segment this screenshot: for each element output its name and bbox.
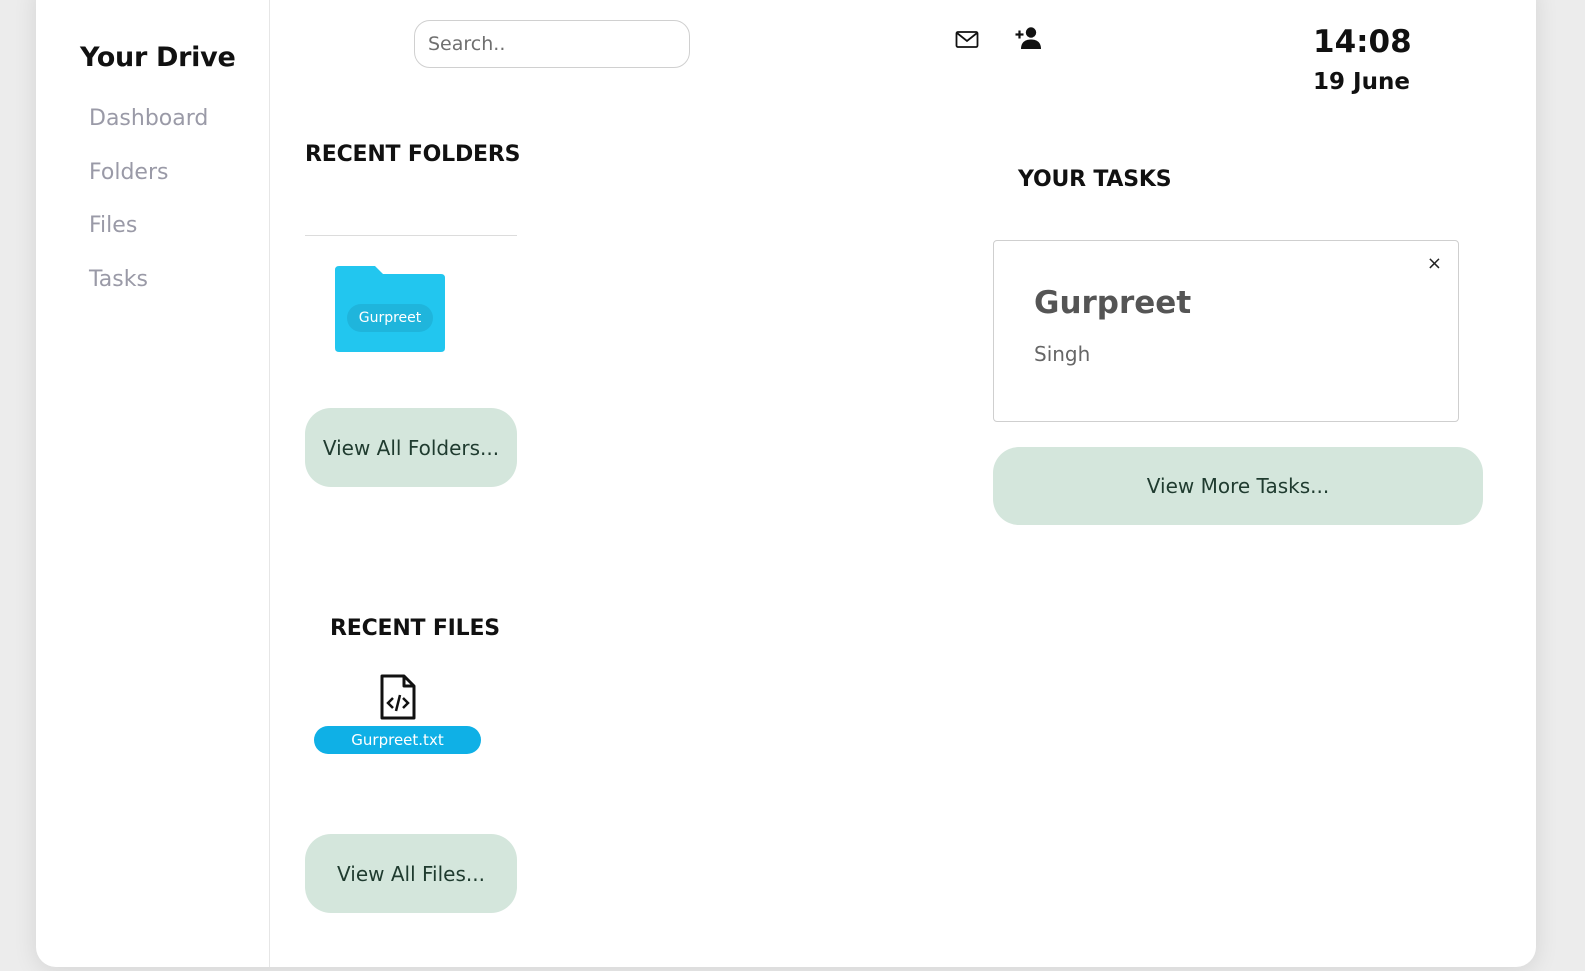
close-icon[interactable]: × xyxy=(1427,253,1442,274)
sidebar-item-tasks[interactable]: Tasks xyxy=(89,267,148,292)
sidebar: Your Drive Dashboard Folders Files Tasks xyxy=(36,0,270,967)
app-window: Your Drive Dashboard Folders Files Tasks… xyxy=(36,0,1536,967)
view-more-tasks-button[interactable]: View More Tasks... xyxy=(993,447,1483,525)
clock-time: 14:08 xyxy=(1313,24,1412,60)
code-file-icon[interactable] xyxy=(380,674,416,724)
add-user-icon[interactable] xyxy=(1015,26,1043,54)
task-subtitle: Singh xyxy=(1034,342,1091,366)
task-title: Gurpreet xyxy=(1034,285,1192,321)
mail-icon[interactable] xyxy=(955,30,979,54)
view-all-folders-button[interactable]: View All Folders... xyxy=(305,408,517,487)
view-all-files-button[interactable]: View All Files... xyxy=(305,834,517,913)
folder-item[interactable]: Gurpreet xyxy=(335,266,445,352)
recent-folders-title: RECENT FOLDERS xyxy=(305,142,521,167)
folder-label: Gurpreet xyxy=(347,304,433,332)
sidebar-item-dashboard[interactable]: Dashboard xyxy=(89,106,208,131)
sidebar-item-folders[interactable]: Folders xyxy=(89,160,168,185)
recent-files-title: RECENT FILES xyxy=(330,616,500,641)
search-input[interactable] xyxy=(414,20,690,68)
file-label[interactable]: Gurpreet.txt xyxy=(314,726,481,754)
clock-date: 19 June xyxy=(1313,69,1410,95)
brand-title: Your Drive xyxy=(80,42,236,73)
sidebar-item-files[interactable]: Files xyxy=(89,213,137,238)
section-divider xyxy=(305,235,517,236)
task-card: × Gurpreet Singh xyxy=(993,240,1459,422)
your-tasks-title: YOUR TASKS xyxy=(1018,167,1172,192)
